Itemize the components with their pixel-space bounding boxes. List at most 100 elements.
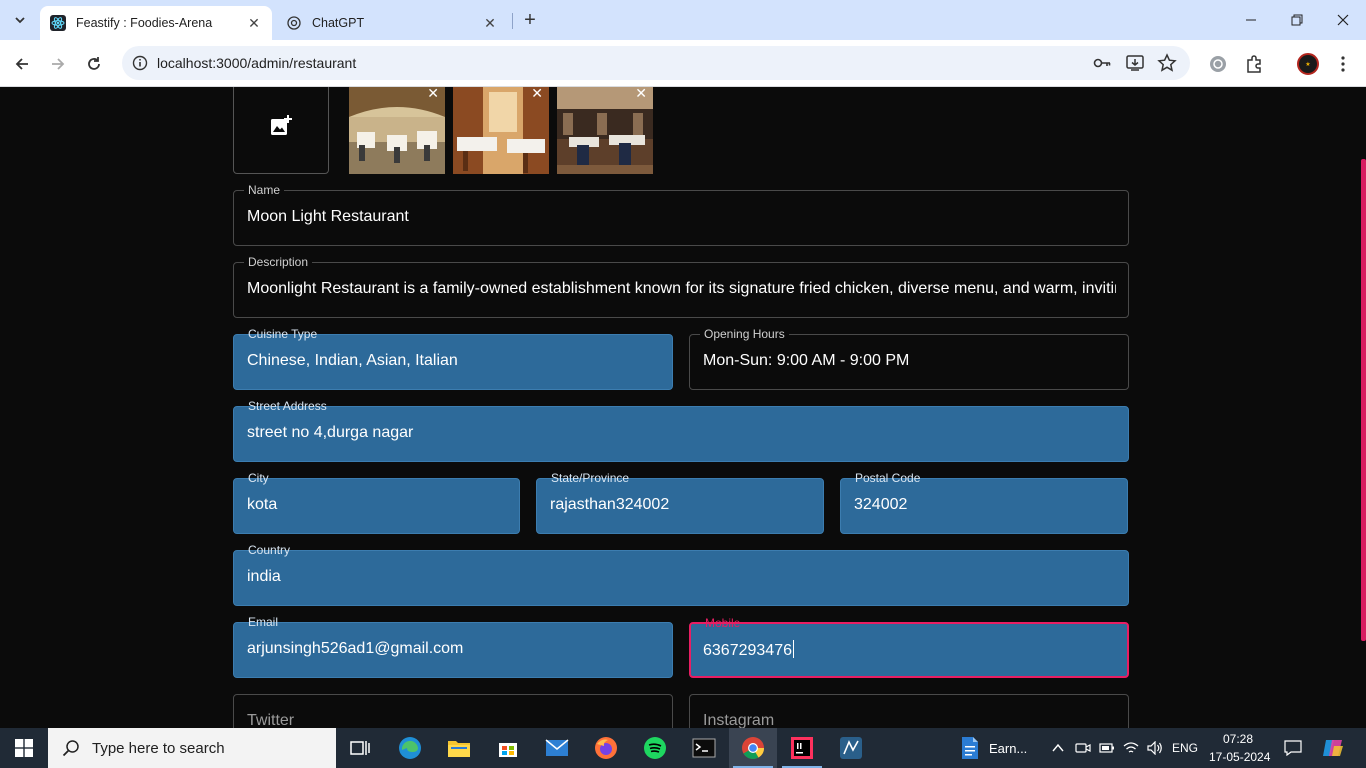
state-input[interactable]: rajasthan324002 [550, 496, 811, 514]
clock-time[interactable]: 07:28 [1223, 732, 1253, 746]
chrome-icon [742, 737, 764, 759]
intellij-app[interactable] [778, 728, 826, 768]
arrow-right-icon [52, 58, 65, 70]
mail-app[interactable] [533, 728, 581, 768]
name-field[interactable]: Name Moon Light Restaurant [233, 182, 1129, 246]
state-label: State/Province [551, 471, 630, 485]
camera-tray-button[interactable] [1072, 728, 1094, 768]
description-input[interactable]: Moonlight Restaurant is a family-owned e… [247, 280, 1116, 298]
edge-app[interactable] [386, 728, 434, 768]
description-label: Description [244, 254, 313, 270]
city-input[interactable]: kota [247, 496, 507, 514]
restaurant-image-thumbnail[interactable]: ✕ [557, 87, 653, 174]
tab-feastify[interactable]: Feastify : Foodies-Arena ✕ [40, 6, 272, 40]
opening-hours-input[interactable]: Mon-Sun: 9:00 AM - 9:00 PM [703, 352, 1116, 370]
intellij-icon [791, 737, 813, 759]
postal-code-input[interactable]: 324002 [854, 496, 1115, 514]
close-tab-icon[interactable]: ✕ [246, 15, 262, 31]
country-input[interactable]: india [247, 568, 1116, 586]
profile-avatar[interactable]: ★ [1297, 53, 1319, 75]
wifi-icon [1123, 742, 1139, 753]
wifi-tray-button[interactable] [1120, 728, 1142, 768]
terminal-app[interactable] [680, 728, 728, 768]
react-icon [50, 15, 66, 31]
instagram-input[interactable]: Instagram [703, 712, 774, 728]
cuisine-type-input[interactable]: Chinese, Indian, Asian, Italian [247, 352, 660, 370]
mobile-label: Mobile [705, 616, 741, 630]
tab-search-button[interactable] [8, 8, 32, 32]
address-bar[interactable]: localhost:3000/admin/restaurant [122, 46, 1190, 80]
copilot-button[interactable] [1318, 728, 1348, 768]
extension-icon[interactable] [1206, 52, 1230, 76]
arrow-left-icon [15, 58, 28, 70]
text-caret [792, 640, 794, 658]
remove-image-icon[interactable]: ✕ [427, 87, 439, 102]
mobile-field[interactable]: Mobile 6367293476 [689, 616, 1129, 678]
site-info-icon[interactable] [130, 53, 150, 73]
edge-icon [399, 737, 421, 759]
postal-code-field[interactable]: Postal Code 324002 [840, 471, 1128, 534]
twitter-input[interactable]: Twitter [247, 712, 294, 728]
city-label: City [248, 471, 269, 485]
windows-taskbar: Type here to search Earn... ENG 07:28 17… [0, 728, 1366, 768]
url-text: localhost:3000/admin/restaurant [157, 55, 357, 71]
opening-hours-field[interactable]: Opening Hours Mon-Sun: 9:00 AM - 9:00 PM [689, 326, 1129, 390]
windows-logo-icon [15, 739, 33, 757]
input-language[interactable]: ENG [1172, 741, 1198, 755]
close-window-button[interactable] [1320, 0, 1366, 40]
show-hidden-icons-button[interactable] [1046, 728, 1070, 768]
task-view-button[interactable] [336, 728, 384, 768]
start-button[interactable] [0, 728, 48, 768]
street-address-input[interactable]: street no 4,durga nagar [247, 424, 1116, 442]
new-tab-button[interactable]: + [518, 8, 542, 32]
state-field[interactable]: State/Province rajasthan324002 [536, 471, 824, 534]
terminal-icon [692, 738, 716, 758]
remove-image-icon[interactable]: ✕ [531, 87, 543, 102]
install-app-icon[interactable] [1125, 53, 1145, 73]
taskbar-search-box[interactable]: Type here to search [48, 728, 336, 768]
restore-icon [1291, 14, 1303, 26]
add-image-button[interactable] [233, 87, 329, 174]
reload-button[interactable] [80, 50, 108, 78]
chrome-app[interactable] [729, 728, 777, 768]
twitter-field[interactable]: Twitter [233, 694, 673, 728]
extensions-puzzle-icon[interactable] [1242, 52, 1266, 76]
folder-icon [448, 741, 470, 757]
back-button[interactable] [8, 50, 36, 78]
minimize-button[interactable] [1228, 0, 1274, 40]
remove-image-icon[interactable]: ✕ [635, 87, 647, 102]
chevron-up-icon [1052, 743, 1064, 752]
mysql-workbench-app[interactable] [827, 728, 875, 768]
country-field[interactable]: Country india [233, 543, 1129, 606]
word-app[interactable]: Earn... [958, 728, 1036, 768]
street-address-field[interactable]: Street Address street no 4,durga nagar [233, 399, 1129, 462]
notifications-button[interactable] [1280, 728, 1306, 768]
restaurant-image-thumbnail[interactable]: ✕ [349, 87, 445, 174]
microsoft-store-app[interactable] [484, 728, 532, 768]
bookmark-star-icon[interactable] [1157, 53, 1177, 73]
country-label: Country [248, 543, 291, 557]
mobile-input[interactable]: 6367293476 [703, 640, 1115, 660]
volume-tray-button[interactable] [1144, 728, 1166, 768]
tab-chatgpt[interactable]: ChatGPT ✕ [276, 6, 508, 40]
page-scrollbar[interactable] [1361, 159, 1366, 641]
file-explorer-app[interactable] [435, 728, 483, 768]
more-options-icon[interactable] [1331, 52, 1355, 76]
spotify-app[interactable] [631, 728, 679, 768]
battery-tray-button[interactable] [1096, 728, 1118, 768]
instagram-field[interactable]: Instagram [689, 694, 1129, 728]
password-key-icon[interactable] [1092, 53, 1112, 73]
city-field[interactable]: City kota [233, 471, 520, 534]
close-tab-icon[interactable]: ✕ [482, 15, 498, 31]
firefox-app[interactable] [582, 728, 630, 768]
description-field[interactable]: Description Moonlight Restaurant is a fa… [233, 254, 1129, 318]
clock-date[interactable]: 17-05-2024 [1209, 750, 1270, 764]
name-input[interactable]: Moon Light Restaurant [247, 208, 1116, 226]
email-field[interactable]: Email arjunsingh526ad1@gmail.com [233, 615, 673, 678]
email-input[interactable]: arjunsingh526ad1@gmail.com [247, 640, 660, 658]
restaurant-image-thumbnail[interactable]: ✕ [453, 87, 549, 174]
forward-button[interactable] [44, 50, 72, 78]
restore-button[interactable] [1274, 0, 1320, 40]
cuisine-type-field[interactable]: Cuisine Type Chinese, Indian, Asian, Ita… [233, 327, 673, 390]
browser-toolbar: localhost:3000/admin/restaurant ★ [0, 40, 1366, 87]
